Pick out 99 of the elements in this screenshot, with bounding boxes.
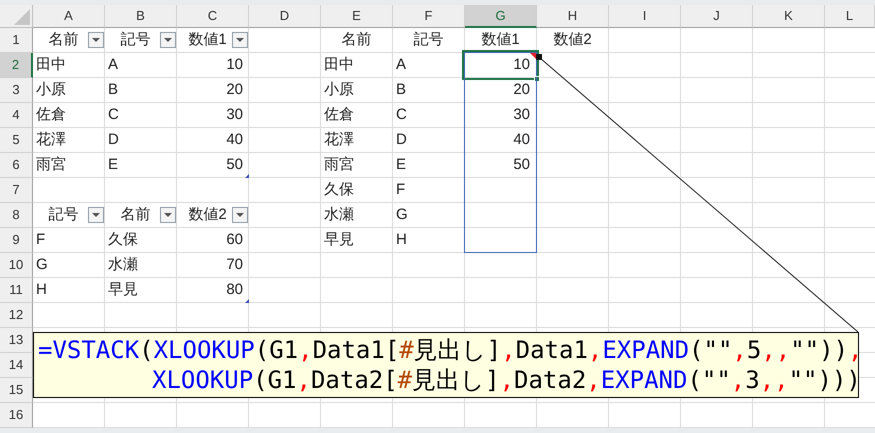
filter-button[interactable] bbox=[232, 207, 248, 223]
column-header[interactable]: L bbox=[825, 5, 875, 28]
row-header[interactable]: 4 bbox=[0, 103, 33, 128]
row-header[interactable]: 16 bbox=[0, 403, 33, 428]
table-cell-text: 小原 bbox=[323, 80, 355, 100]
dropdown-arrow-icon bbox=[164, 38, 172, 42]
column-header[interactable]: F bbox=[393, 5, 465, 28]
dropdown-arrow-icon bbox=[236, 38, 244, 42]
column-header[interactable]: E bbox=[321, 5, 393, 28]
table-cell: 50 bbox=[464, 152, 537, 178]
row-header[interactable]: 6 bbox=[0, 153, 33, 178]
dropdown-arrow-icon bbox=[92, 38, 100, 42]
table-cell-text: 佐倉 bbox=[323, 104, 355, 125]
row-header[interactable]: 5 bbox=[0, 128, 33, 153]
row-header[interactable]: 13 bbox=[0, 328, 33, 353]
table-cell-text: E bbox=[107, 154, 120, 175]
table-cell: 20 bbox=[464, 77, 537, 103]
table-cell-text: A bbox=[395, 54, 408, 75]
row-header[interactable]: 12 bbox=[0, 303, 33, 328]
table-cell-text: 久保 bbox=[323, 180, 355, 200]
filter-button[interactable] bbox=[88, 32, 104, 48]
table-cell-text: 20 bbox=[225, 80, 244, 100]
formula-line: =VSTACK(XLOOKUP(G1,Data1[#見出し],Data1,EXPAND("",5,,"")), bbox=[38, 335, 862, 365]
dropdown-arrow-icon bbox=[164, 213, 172, 217]
table-cell-text: 久保 bbox=[107, 230, 139, 250]
column-heading: 記号 bbox=[104, 27, 177, 53]
row-header[interactable]: 1 bbox=[0, 28, 33, 53]
filter-button[interactable] bbox=[160, 207, 176, 223]
table-cell-text: F bbox=[35, 230, 46, 250]
column-heading: 数値2 bbox=[552, 30, 593, 50]
table-resize-handle[interactable] bbox=[245, 299, 249, 303]
column-heading: 名前 bbox=[104, 202, 177, 228]
table-cell-text: B bbox=[395, 80, 408, 100]
table-cell-text: 田中 bbox=[323, 54, 355, 75]
column-heading: 記号 bbox=[412, 30, 444, 50]
column-heading: 名前 bbox=[32, 27, 105, 53]
row-header[interactable]: 3 bbox=[0, 78, 33, 103]
table-cell-text: 花澤 bbox=[35, 130, 67, 150]
table-cell: 30 bbox=[464, 102, 537, 128]
column-header[interactable]: C bbox=[177, 5, 249, 28]
row-header[interactable]: 15 bbox=[0, 378, 33, 403]
table-cell-text: 早見 bbox=[323, 230, 355, 250]
table-cell: 50 bbox=[176, 152, 249, 178]
table-cell-text: 雨宮 bbox=[323, 154, 355, 175]
table-cell-text: 30 bbox=[225, 104, 244, 125]
column-heading: 数値1 bbox=[176, 27, 249, 53]
table-cell-text: 雨宮 bbox=[35, 154, 67, 175]
table-cell-text: H bbox=[35, 280, 48, 300]
column-header[interactable]: I bbox=[609, 5, 681, 28]
column-header[interactable]: G bbox=[465, 5, 537, 28]
table-cell-text: F bbox=[395, 180, 406, 200]
table-cell-text: D bbox=[395, 130, 408, 150]
table-cell-text: A bbox=[107, 54, 120, 75]
table-cell: 40 bbox=[464, 127, 537, 153]
column-heading: 数値1 bbox=[480, 30, 521, 50]
table-cell-text: G bbox=[395, 204, 409, 225]
column-header[interactable]: J bbox=[681, 5, 753, 28]
table-cell-text: 佐倉 bbox=[35, 104, 67, 125]
column-header[interactable]: A bbox=[33, 5, 105, 28]
table-cell-text: C bbox=[107, 104, 120, 125]
table-cell-text: 水瀬 bbox=[323, 204, 355, 225]
filter-button[interactable] bbox=[232, 32, 248, 48]
table-cell-text: C bbox=[395, 104, 408, 125]
table-cell-text: 小原 bbox=[35, 80, 67, 100]
row-header[interactable]: 7 bbox=[0, 178, 33, 203]
table-cell-text: 水瀬 bbox=[107, 254, 139, 275]
row-header[interactable]: 11 bbox=[0, 278, 33, 303]
dropdown-arrow-icon bbox=[236, 213, 244, 217]
table-cell-text: 40 bbox=[225, 130, 244, 150]
table-cell: 80 bbox=[176, 277, 249, 303]
column-header[interactable]: K bbox=[753, 5, 825, 28]
table-resize-handle[interactable] bbox=[245, 174, 249, 178]
table-cell-text: E bbox=[395, 154, 408, 175]
column-header[interactable]: B bbox=[105, 5, 177, 28]
table-cell-text: 早見 bbox=[107, 280, 139, 300]
formula-line: XLOOKUP(G1,Data2[#見出し],Data2,EXPAND("",3,,""))) bbox=[152, 365, 861, 395]
column-header[interactable]: H bbox=[537, 5, 609, 28]
column-heading: 数値2 bbox=[176, 202, 249, 228]
row-header[interactable]: 10 bbox=[0, 253, 33, 278]
table-cell-text: B bbox=[107, 80, 120, 100]
filter-button[interactable] bbox=[88, 207, 104, 223]
table-cell-text: 10 bbox=[225, 54, 244, 75]
column-heading: 記号 bbox=[32, 202, 105, 228]
row-header[interactable]: 14 bbox=[0, 353, 33, 378]
table-cell-text: D bbox=[107, 130, 120, 150]
filter-button[interactable] bbox=[160, 32, 176, 48]
table-cell-text: H bbox=[395, 230, 408, 250]
table-cell-text: 田中 bbox=[35, 54, 67, 75]
table-cell-text: 70 bbox=[225, 254, 244, 275]
dropdown-arrow-icon bbox=[92, 213, 100, 217]
row-header[interactable]: 2 bbox=[0, 53, 33, 78]
table-cell-text: 60 bbox=[225, 230, 244, 250]
table-cell-text: G bbox=[35, 254, 49, 275]
row-header[interactable]: 8 bbox=[0, 203, 33, 228]
column-heading: 名前 bbox=[340, 30, 372, 50]
row-header[interactable]: 9 bbox=[0, 228, 33, 253]
table-cell-text: 花澤 bbox=[323, 130, 355, 150]
select-all-icon bbox=[14, 9, 30, 25]
column-header[interactable]: D bbox=[249, 5, 321, 28]
